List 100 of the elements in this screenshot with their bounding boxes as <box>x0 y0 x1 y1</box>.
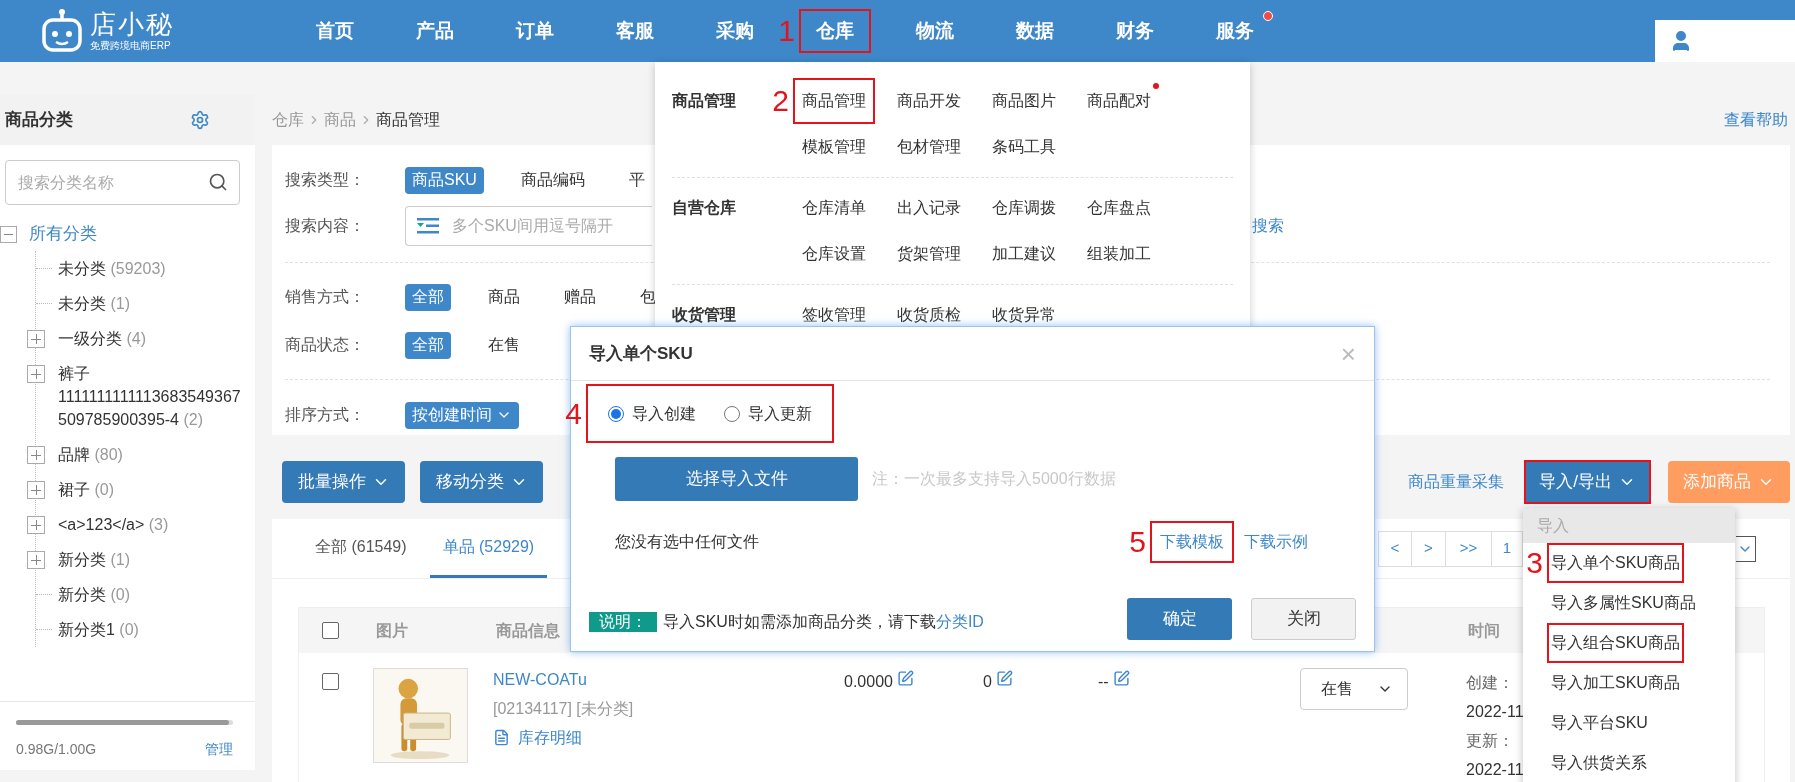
user-panel[interactable] <box>1655 20 1795 62</box>
filter-option[interactable]: 商品SKU <box>405 166 484 194</box>
expand-icon[interactable] <box>27 365 45 383</box>
menu-item[interactable]: 商品配对 <box>1078 78 1160 124</box>
expand-icon[interactable] <box>27 551 45 569</box>
filter-option[interactable]: 商品 <box>488 283 520 311</box>
nav-item[interactable]: 首页 <box>299 9 371 53</box>
page-button[interactable]: > <box>1412 530 1446 567</box>
import-menu-item[interactable]: 导入多属性SKU商品 <box>1547 583 1700 623</box>
filter-option[interactable]: 全部 <box>405 283 451 311</box>
expand-icon[interactable] <box>27 330 45 348</box>
menu-item[interactable]: 仓库调拨 <box>983 185 1065 231</box>
nav-item[interactable]: 产品 <box>399 9 471 53</box>
nav-item[interactable]: 订单 <box>499 9 571 53</box>
stock-detail-link[interactable]: 库存明细 <box>493 726 831 749</box>
logo-icon <box>40 8 84 54</box>
weight-collect-link[interactable]: 商品重量采集 <box>1408 470 1504 494</box>
edit-icon[interactable] <box>896 670 914 687</box>
collapse-icon[interactable] <box>0 225 17 243</box>
choose-file-button[interactable]: 选择导入文件 <box>615 457 858 501</box>
tree-item[interactable]: 品牌 (80) <box>58 443 248 466</box>
import-menu-item[interactable]: 导入组合SKU商品 <box>1547 623 1684 663</box>
close-dialog-button[interactable]: 关闭 <box>1251 598 1356 640</box>
import-menu-item[interactable]: 导入单个SKU商品 <box>1547 543 1684 583</box>
checkbox[interactable] <box>321 622 339 639</box>
menu-item[interactable]: 商品图片 <box>983 78 1065 124</box>
sidebar-title: 商品分类 <box>5 109 73 132</box>
tree-item[interactable]: 新分类 (1) <box>58 548 248 571</box>
tree-item[interactable]: 所有分类 <box>29 221 97 247</box>
search-link[interactable]: 搜索 <box>1252 214 1284 238</box>
tree-item[interactable]: 裙子 (0) <box>58 478 248 501</box>
menu-item[interactable]: 商品管理 <box>793 78 875 124</box>
filter-option[interactable]: 在售 <box>488 331 520 359</box>
menu-item[interactable]: 仓库盘点 <box>1078 185 1160 231</box>
tree-item[interactable]: 新分类1 (0) <box>58 618 248 641</box>
radio-option[interactable]: 导入更新 <box>724 401 812 426</box>
menu-item[interactable]: 收货异常 <box>983 292 1065 337</box>
sku-search-field[interactable]: 多个SKU间用逗号隔开 <box>405 206 652 246</box>
dropdown-button[interactable]: 移动分类 <box>420 461 543 503</box>
nav-item[interactable]: 采购 <box>699 9 771 53</box>
confirm-button[interactable]: 确定 <box>1127 598 1232 640</box>
nav-item[interactable]: 客服 <box>599 9 671 53</box>
nav-item[interactable]: 服务 <box>1199 9 1271 53</box>
manage-link[interactable]: 管理 <box>205 739 233 760</box>
category-search-field[interactable]: 搜索分类名称 <box>5 160 240 205</box>
radio-option[interactable]: 导入创建 <box>608 401 696 426</box>
menu-item[interactable]: 货架管理 <box>888 231 970 277</box>
import-menu-item[interactable]: 导入供货关系 <box>1547 743 1651 782</box>
menu-item[interactable]: 包材管理 <box>888 124 970 170</box>
tree-item[interactable]: 未分类 (59203) <box>58 257 248 280</box>
filter-option[interactable]: 全部 <box>405 331 451 359</box>
tree-item[interactable]: 一级分类 (4) <box>58 327 248 350</box>
page-button[interactable]: < <box>1378 530 1412 567</box>
status-select[interactable]: 在售 <box>1300 668 1408 710</box>
menu-item[interactable]: 加工建议 <box>983 231 1065 277</box>
page-button[interactable]: >> <box>1446 530 1492 567</box>
menu-item[interactable]: 组装加工 <box>1078 231 1160 277</box>
import-export-button[interactable]: 导入/导出 <box>1524 460 1651 504</box>
expand-icon[interactable] <box>27 446 45 464</box>
page-size-select[interactable] <box>1736 535 1756 562</box>
search-icon[interactable] <box>208 172 228 192</box>
help-link[interactable]: 查看帮助 <box>1724 108 1788 132</box>
menu-item[interactable]: 仓库清单 <box>793 185 875 231</box>
filter-label: 商品状态： <box>285 335 366 355</box>
settings-icon[interactable] <box>190 110 210 130</box>
menu-item[interactable]: 出入记录 <box>888 185 970 231</box>
nav-item[interactable]: 仓库 <box>799 9 871 53</box>
import-menu-item[interactable]: 导入平台SKU <box>1547 703 1652 743</box>
nav-item[interactable]: 数据 <box>999 9 1071 53</box>
edit-icon[interactable] <box>1112 670 1130 687</box>
nav-item[interactable]: 财务 <box>1099 9 1171 53</box>
tab[interactable]: 单品 (52929) <box>429 518 548 578</box>
filter-option[interactable]: 按创建时间 <box>405 401 519 429</box>
product-name-link[interactable]: NEW-COATu <box>493 668 831 691</box>
filter-option[interactable]: 包 <box>640 283 656 311</box>
menu-item[interactable]: 模板管理 <box>793 124 875 170</box>
step-number: 2 <box>772 86 789 116</box>
filter-option[interactable]: 商品编码 <box>520 166 585 194</box>
tree-item[interactable]: 裤子 1111111111113683549367509785900395-4 (2) <box>58 362 248 431</box>
category-id-link[interactable]: 分类ID <box>935 613 984 630</box>
download-link[interactable]: 下载模板 <box>1150 521 1234 563</box>
checkbox[interactable] <box>321 673 339 690</box>
dropdown-button[interactable]: 批量操作 <box>282 461 405 503</box>
menu-item[interactable]: 仓库设置 <box>793 231 875 277</box>
tab[interactable]: 全部 (61549) <box>302 518 420 578</box>
nav-item[interactable]: 物流 <box>899 9 971 53</box>
menu-item[interactable]: 签收管理 <box>793 292 875 337</box>
menu-item[interactable]: 商品开发 <box>888 78 970 124</box>
import-menu-item[interactable]: 导入加工SKU商品 <box>1547 663 1684 703</box>
menu-item[interactable]: 条码工具 <box>983 124 1065 170</box>
download-link[interactable]: 下载示例 <box>1234 521 1318 563</box>
edit-icon[interactable] <box>995 670 1013 687</box>
expand-icon[interactable] <box>27 516 45 534</box>
tree-item[interactable]: 新分类 (0) <box>58 583 248 606</box>
menu-item[interactable]: 收货质检 <box>888 292 970 337</box>
tree-item[interactable]: <a>123</a> (3) <box>58 513 248 536</box>
tree-item[interactable]: 未分类 (1) <box>58 292 248 315</box>
filter-option[interactable]: 赠品 <box>564 283 596 311</box>
expand-icon[interactable] <box>27 481 45 499</box>
filter-option[interactable]: 平 <box>628 166 645 194</box>
